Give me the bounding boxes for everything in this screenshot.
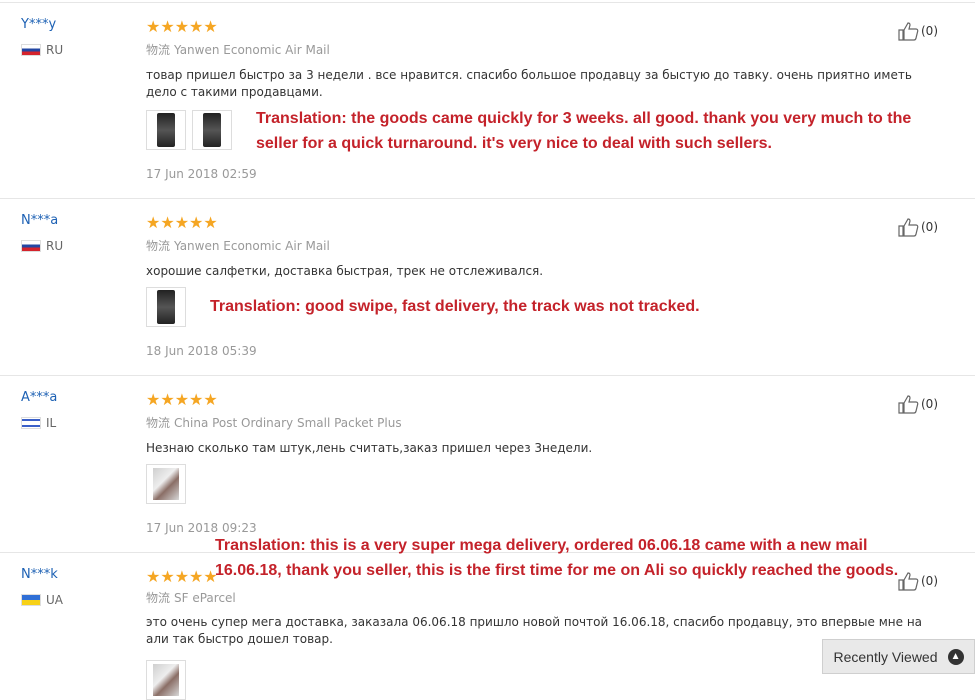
reviewer-name[interactable]: N***k (21, 567, 58, 582)
review-text: это очень супер мега доставка, заказала … (146, 615, 923, 646)
review-photo[interactable] (146, 660, 186, 700)
russia-flag-icon (21, 44, 41, 56)
photo-image (203, 113, 221, 147)
reviewer-name[interactable]: N***a (21, 213, 58, 228)
shipping-label: 物流 (146, 591, 171, 605)
translation-annotation: Translation: the goods came quickly for … (256, 110, 912, 152)
review-photos (146, 110, 232, 150)
photo-image (153, 468, 179, 500)
shipping-label: 物流 (146, 239, 171, 253)
like-count: (0) (921, 220, 938, 234)
shipping-method: 物流 Yanwen Economic Air Mail (146, 41, 330, 58)
review-text: Незнаю сколько там штук,лень считать,зак… (146, 441, 593, 455)
review-photos (146, 464, 186, 504)
like-count: (0) (921, 574, 938, 588)
star-rating: ★★★★★ (146, 17, 218, 36)
like-button[interactable]: (0) (897, 21, 938, 41)
review-text: товар пришел быстро за 3 недели . все нр… (146, 68, 912, 99)
like-button[interactable]: (0) (897, 217, 938, 237)
star-rating: ★★★★★ (146, 213, 218, 232)
ukraine-flag-icon (21, 594, 41, 606)
recently-viewed-button[interactable]: Recently Viewed ▲ (822, 639, 975, 674)
translation-annotation: Translation: good swipe, fast delivery, … (210, 298, 700, 315)
shipping-method: 物流 Yanwen Economic Air Mail (146, 237, 330, 254)
star-rating: ★★★★★ (146, 567, 218, 586)
shipping-name: Yanwen Economic Air Mail (174, 239, 330, 253)
thumbs-up-icon (898, 395, 919, 414)
review-photos (146, 287, 186, 327)
star-rating: ★★★★★ (146, 390, 218, 409)
review-photo[interactable] (146, 110, 186, 150)
photo-image (157, 290, 175, 324)
review-item: Y***y RU ★★★★★ 物流 Yanwen Economic Air Mai… (0, 3, 975, 199)
review-photos (146, 660, 186, 700)
shipping-method: 物流 SF eParcel (146, 589, 236, 606)
review-item: N***a RU ★★★★★ 物流 Yanwen Economic Air Mai… (0, 199, 975, 376)
shipping-name: Yanwen Economic Air Mail (174, 43, 330, 57)
reviewer-name[interactable]: Y***y (21, 17, 56, 32)
reviewer-country: IL (21, 416, 56, 430)
like-count: (0) (921, 397, 938, 411)
recently-viewed-label: Recently Viewed (833, 648, 938, 665)
review-date: 17 Jun 2018 02:59 (146, 167, 257, 181)
russia-flag-icon (21, 240, 41, 252)
shipping-label: 物流 (146, 416, 171, 430)
review-date: 18 Jun 2018 05:39 (146, 344, 257, 358)
review-photo[interactable] (146, 287, 186, 327)
chevron-up-icon: ▲ (947, 648, 964, 665)
review-text: хорошие салфетки, доставка быстрая, трек… (146, 264, 544, 278)
shipping-name: SF eParcel (174, 591, 236, 605)
reviewer-name[interactable]: A***a (21, 390, 57, 405)
translation-annotation: Translation: this is a very super mega d… (215, 537, 899, 579)
shipping-method: 物流 China Post Ordinary Small Packet Plus (146, 414, 402, 431)
like-button[interactable]: (0) (897, 394, 938, 414)
photo-image (157, 113, 175, 147)
review-item: A***a IL ★★★★★ 物流 China Post Ordinary Sma… (0, 376, 975, 553)
reviewer-country: RU (21, 239, 63, 253)
country-code: IL (46, 416, 57, 430)
israel-flag-icon (21, 417, 41, 429)
review-photo[interactable] (146, 464, 186, 504)
shipping-name: China Post Ordinary Small Packet Plus (174, 416, 402, 430)
review-photo[interactable] (192, 110, 232, 150)
reviewer-country: RU (21, 43, 63, 57)
photo-image (153, 664, 179, 696)
like-count: (0) (921, 24, 938, 38)
thumbs-up-icon (898, 218, 919, 237)
country-code: RU (46, 43, 64, 57)
shipping-label: 物流 (146, 43, 171, 57)
country-code: UA (46, 593, 63, 607)
country-code: RU (46, 239, 64, 253)
reviewer-country: UA (21, 593, 63, 607)
thumbs-up-icon (898, 22, 919, 41)
